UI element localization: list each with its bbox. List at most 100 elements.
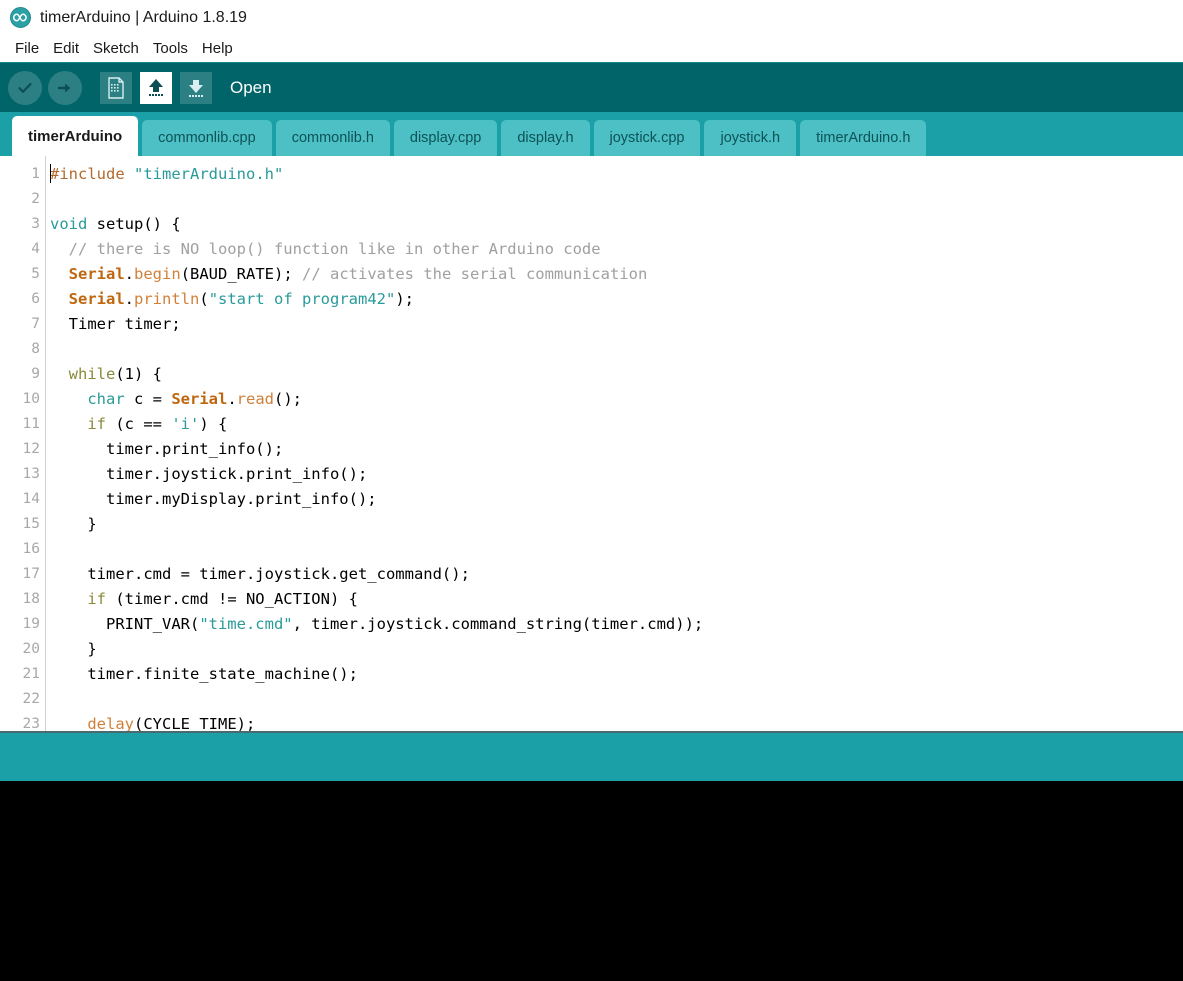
code-line: if (timer.cmd != NO_ACTION) { — [50, 587, 1183, 612]
title-bar: timerArduino | Arduino 1.8.19 — [0, 0, 1183, 35]
code-token: . — [125, 290, 134, 308]
menu-bar: File Edit Sketch Tools Help — [0, 35, 1183, 62]
line-number: 6 — [0, 287, 40, 312]
code-line: } — [50, 637, 1183, 662]
toolbar-hover-label: Open — [230, 78, 272, 98]
open-button[interactable] — [140, 72, 172, 104]
tab-joystick-cpp[interactable]: joystick.cpp — [594, 120, 701, 156]
code-line: // there is NO loop() function like in o… — [50, 237, 1183, 262]
code-token: . — [125, 265, 134, 283]
code-token: Serial — [69, 290, 125, 308]
code-token: while — [69, 365, 116, 383]
upload-button[interactable] — [48, 71, 82, 105]
code-token: // there is NO loop() function like in o… — [50, 240, 601, 258]
code-area[interactable]: #include "timerArduino.h" void setup() {… — [46, 156, 1183, 731]
code-line: Serial.begin(BAUD_RATE); // activates th… — [50, 262, 1183, 287]
window-title: timerArduino | Arduino 1.8.19 — [40, 9, 247, 27]
line-number: 9 — [0, 362, 40, 387]
code-line: timer.joystick.print_info(); — [50, 462, 1183, 487]
tab-display-cpp[interactable]: display.cpp — [394, 120, 497, 156]
code-line: timer.print_info(); — [50, 437, 1183, 462]
code-token: (); — [274, 390, 302, 408]
console-output — [0, 781, 1183, 941]
line-number: 18 — [0, 587, 40, 612]
menu-item-edit[interactable]: Edit — [46, 39, 86, 58]
line-number: 21 — [0, 662, 40, 687]
line-number: 8 — [0, 337, 40, 362]
code-token: begin — [134, 265, 181, 283]
tab-joystick-h[interactable]: joystick.h — [704, 120, 796, 156]
new-button[interactable] — [100, 72, 132, 104]
line-number: 2 — [0, 187, 40, 212]
code-token: // activates the serial communication — [302, 265, 647, 283]
code-token: (1) { — [115, 365, 162, 383]
code-line: void setup() { — [50, 212, 1183, 237]
code-token: if — [87, 415, 106, 433]
tab-commonlib-cpp[interactable]: commonlib.cpp — [142, 120, 272, 156]
code-line — [50, 187, 1183, 212]
code-token: PRINT_VAR( — [50, 615, 199, 633]
code-token — [50, 265, 69, 283]
code-token: setup() { — [87, 215, 180, 233]
status-bar — [0, 731, 1183, 781]
line-number: 16 — [0, 537, 40, 562]
code-token: Serial — [69, 265, 125, 283]
line-number: 7 — [0, 312, 40, 337]
verify-button[interactable] — [8, 71, 42, 105]
code-line — [50, 537, 1183, 562]
code-token: #include — [50, 165, 134, 183]
tab-display-h[interactable]: display.h — [501, 120, 589, 156]
code-token — [50, 365, 69, 383]
code-token: (timer.cmd != NO_ACTION) { — [106, 590, 358, 608]
code-token: , timer.joystick.command_string(timer.cm… — [293, 615, 704, 633]
code-token: ) { — [199, 415, 227, 433]
code-token: "timerArduino.h" — [134, 165, 283, 183]
code-token: read — [237, 390, 274, 408]
menu-item-help[interactable]: Help — [195, 39, 240, 58]
menu-item-sketch[interactable]: Sketch — [86, 39, 146, 58]
code-token: ( — [199, 290, 208, 308]
code-token: } — [50, 515, 97, 533]
save-button[interactable] — [180, 72, 212, 104]
code-token: . — [227, 390, 236, 408]
checkmark-icon — [16, 79, 34, 97]
window-background — [0, 941, 1183, 981]
menu-item-tools[interactable]: Tools — [146, 39, 195, 58]
code-line: Timer timer; — [50, 312, 1183, 337]
code-line: timer.cmd = timer.joystick.get_command()… — [50, 562, 1183, 587]
line-number: 4 — [0, 237, 40, 262]
tab-commonlib-h[interactable]: commonlib.h — [276, 120, 390, 156]
code-editor[interactable]: 1234567891011121314151617181920212223 #i… — [0, 156, 1183, 731]
line-number: 1 — [0, 162, 40, 187]
code-token: delay — [87, 715, 134, 731]
code-line — [50, 337, 1183, 362]
tab-timerarduino-h[interactable]: timerArduino.h — [800, 120, 926, 156]
line-number: 23 — [0, 712, 40, 731]
line-number: 13 — [0, 462, 40, 487]
code-line: #include "timerArduino.h" — [50, 162, 1183, 187]
code-token — [50, 590, 87, 608]
code-token — [50, 290, 69, 308]
code-token: 'i' — [171, 415, 199, 433]
arrow-down-icon — [185, 77, 207, 99]
code-line: while(1) { — [50, 362, 1183, 387]
arrow-right-icon — [56, 79, 74, 97]
code-line: Serial.println("start of program42"); — [50, 287, 1183, 312]
tab-timerarduino[interactable]: timerArduino — [12, 116, 138, 156]
code-line — [50, 687, 1183, 712]
code-line: char c = Serial.read(); — [50, 387, 1183, 412]
code-line: if (c == 'i') { — [50, 412, 1183, 437]
line-number: 5 — [0, 262, 40, 287]
code-token: println — [134, 290, 199, 308]
code-token — [50, 415, 87, 433]
menu-item-file[interactable]: File — [8, 39, 46, 58]
line-number: 17 — [0, 562, 40, 587]
code-token: "time.cmd" — [199, 615, 292, 633]
code-line: } — [50, 512, 1183, 537]
code-token: timer.print_info(); — [50, 440, 283, 458]
arrow-up-icon — [145, 77, 167, 99]
line-number: 15 — [0, 512, 40, 537]
code-line: timer.myDisplay.print_info(); — [50, 487, 1183, 512]
text-caret — [50, 164, 51, 183]
code-token: timer.finite_state_machine(); — [50, 665, 358, 683]
